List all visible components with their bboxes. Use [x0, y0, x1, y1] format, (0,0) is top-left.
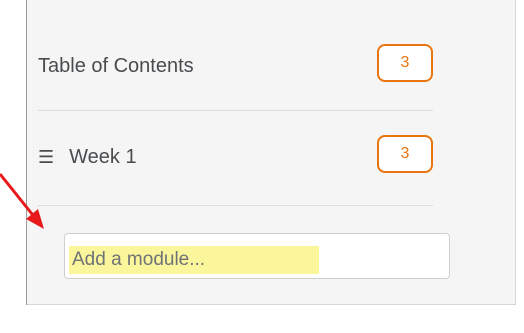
divider [38, 110, 433, 111]
add-module-input[interactable]: Add a module... [64, 233, 450, 279]
annotation-arrow-icon [0, 173, 44, 229]
toc-count-badge[interactable]: 3 [377, 44, 433, 82]
table-of-contents-label: Table of Contents [38, 54, 194, 77]
module-count-badge[interactable]: 3 [377, 135, 433, 173]
divider [38, 205, 433, 206]
table-of-contents-item[interactable]: Table of Contents 3 [38, 44, 433, 88]
arrow-shaft [0, 173, 38, 220]
module-label: Week 1 [69, 145, 137, 168]
module-item-week-1[interactable]: ☰ Week 1 3 [38, 135, 433, 179]
add-module-placeholder: Add a module... [72, 249, 206, 270]
